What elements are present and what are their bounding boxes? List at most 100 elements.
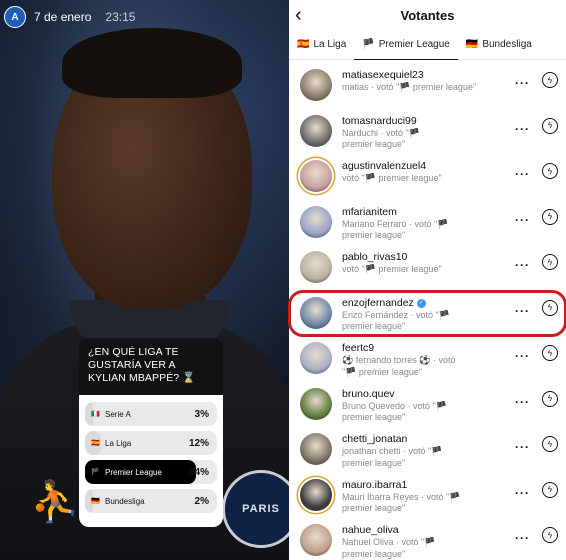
messenger-icon[interactable]: ϟ (542, 345, 558, 361)
poll-option-percent: 3% (194, 408, 209, 420)
voter-row[interactable]: mfarianitem Mariano Ferraro · votó "🏴 prem… (289, 200, 566, 246)
avatar[interactable] (300, 478, 332, 511)
poll-option[interactable]: 🇮🇹 Serie A 3% (85, 402, 217, 426)
avatar[interactable] (300, 205, 332, 238)
poll-options: 🇮🇹 Serie A 3% 🇪🇸 La Liga 12% 🏴 Premier League 84… (79, 395, 223, 527)
voter-username[interactable]: mfarianitem (342, 206, 397, 219)
more-options-icon[interactable]: ··· (515, 486, 530, 500)
flag-icon: 🇩🇪 (91, 498, 100, 505)
messenger-icon[interactable]: ϟ (542, 117, 558, 134)
voter-username[interactable]: matiasexequiel23 (342, 69, 424, 82)
voter-vote-text-cont: premier league" (342, 412, 406, 422)
voter-vote-text: jonathan chetti · votó "🏴 (342, 446, 443, 456)
avatar[interactable] (300, 69, 332, 101)
tab-bundesliga[interactable]: 🇩🇪 Bundesliga (458, 30, 540, 60)
more-options-icon[interactable]: ··· (515, 349, 530, 363)
more-options-icon[interactable]: ··· (515, 76, 530, 90)
flag-icon: 🇮🇹 (91, 411, 100, 418)
back-arrow-icon[interactable]: ‹ (295, 4, 302, 27)
verified-badge-icon: ✓ (416, 298, 426, 308)
voters-panel: ‹ Votantes 🇪🇸 La Liga 🏴 Premier League 🇩🇪 Bun… (288, 0, 566, 560)
avatar[interactable] (300, 342, 332, 374)
voter-info: nahue_oliva Nahuel Oliva · votó "🏴 premier… (342, 524, 502, 560)
voter-info: chetti_jonatan jonathan chetti · votó "🏴 p… (342, 433, 502, 469)
avatar[interactable] (300, 433, 332, 465)
more-options-icon[interactable]: ··· (515, 395, 530, 409)
voter-username[interactable]: agustinvalenzuel4 (342, 160, 426, 173)
more-options-icon[interactable]: ··· (515, 531, 530, 545)
voter-username[interactable]: pablo_rivas10 (342, 251, 407, 264)
messenger-icon[interactable]: ϟ (542, 390, 558, 407)
voter-row[interactable]: mauro.ibarra1 Mauri Ibarra Reyes · votó "… (289, 473, 566, 519)
avatar[interactable] (300, 160, 332, 192)
voter-vote-text-cont: premier league" (342, 503, 406, 513)
voter-info: pablo_rivas10 votó "🏴 premier league" (342, 251, 502, 276)
voter-username[interactable]: chetti_jonatan (342, 433, 407, 446)
voter-row[interactable]: agustinvalenzuel4 votó "🏴 premier league"… (289, 154, 566, 200)
more-options-icon[interactable]: ··· (515, 258, 530, 272)
voter-vote-text: votó "🏴 premier league" (342, 264, 442, 274)
tab-la-liga[interactable]: 🇪🇸 La Liga (289, 30, 354, 60)
voter-row[interactable]: chetti_jonatan jonathan chetti · votó "🏴 p… (289, 427, 566, 473)
flag-icon: 🏴 (362, 38, 375, 50)
panel-header: ‹ Votantes (289, 0, 566, 30)
voter-username[interactable]: enzojfernandez (342, 297, 414, 310)
tab-label: Bundesliga (482, 39, 532, 50)
tab-premier-league[interactable]: 🏴 Premier League (354, 30, 458, 60)
voter-info: matiasexequiel23 matias · votó "🏴 premier… (342, 69, 502, 94)
more-options-icon[interactable]: ··· (515, 122, 530, 136)
voter-row[interactable]: matiasexequiel23 matias · votó "🏴 premier… (289, 63, 566, 109)
more-options-icon[interactable]: ··· (515, 167, 530, 181)
poll-option[interactable]: 🇩🇪 Bundesliga 2% (85, 489, 217, 513)
avatar[interactable] (300, 524, 332, 556)
voter-vote-text: Mariano Ferraro · votó "🏴 (342, 218, 449, 229)
avatar[interactable] (300, 387, 332, 420)
poll-option-label: Premier League (105, 467, 162, 477)
poll-option[interactable]: 🏴 Premier League 84% (85, 460, 217, 484)
voter-row[interactable]: feertc9 ⚽ fernando torres ⚽ · votó "🏴 prem… (289, 336, 566, 382)
voter-vote-text-cont: premier league" (342, 230, 406, 240)
story-time: 23:15 (105, 10, 136, 24)
messenger-icon[interactable]: ϟ (542, 436, 558, 452)
league-tabs: 🇪🇸 La Liga 🏴 Premier League 🇩🇪 Bundesliga (289, 30, 566, 60)
avatar[interactable] (300, 114, 332, 147)
voter-username[interactable]: mauro.ibarra1 (342, 479, 407, 492)
more-options-icon[interactable]: ··· (515, 304, 530, 318)
messenger-icon[interactable]: ϟ (542, 527, 558, 543)
voter-row[interactable]: nahue_oliva Nahuel Oliva · votó "🏴 premier… (289, 518, 566, 560)
voter-info: enzojfernandez ✓ Enzo Fernández · votó "🏴 p… (342, 297, 502, 333)
voter-username[interactable]: tomasnarduci99 (342, 115, 417, 128)
flag-icon: 🇪🇸 (91, 440, 100, 447)
voter-username-row: feertc9 (342, 342, 502, 355)
voter-row[interactable]: pablo_rivas10 votó "🏴 premier league" ··· ϟ (289, 245, 566, 291)
story-avatar[interactable]: A (4, 6, 26, 28)
avatar[interactable] (300, 251, 332, 283)
voter-vote-text-cont: premier league" (342, 457, 406, 468)
jumpman-logo-icon: ⛹ (30, 480, 80, 524)
voter-vote-text-cont: premier league" (342, 548, 406, 559)
avatar[interactable] (300, 296, 332, 329)
more-options-icon[interactable]: ··· (515, 213, 530, 227)
voter-row[interactable]: enzojfernandez ✓ Enzo Fernández · votó "🏴 p… (288, 289, 566, 337)
voter-info: tomasnarduci99 Narduchi · votó "🏴 premier … (342, 115, 502, 151)
messenger-icon[interactable]: ϟ (542, 481, 558, 498)
messenger-icon[interactable]: ϟ (542, 254, 558, 270)
messenger-icon[interactable]: ϟ (542, 72, 558, 88)
messenger-icon[interactable]: ϟ (542, 163, 558, 179)
voter-info: mfarianitem Mariano Ferraro · votó "🏴 prem… (342, 206, 502, 242)
messenger-icon[interactable]: ϟ (542, 299, 558, 316)
voter-vote-text: Mauri Ibarra Reyes · votó "🏴 (342, 491, 461, 502)
voter-info: bruno.quev Bruno Quevedo · votó "🏴 premier… (342, 388, 502, 424)
poll-option[interactable]: 🇪🇸 La Liga 12% (85, 431, 217, 455)
poll-option-percent: 12% (188, 437, 209, 449)
messenger-icon[interactable]: ϟ (542, 208, 558, 225)
voter-row[interactable]: tomasnarduci99 Narduchi · votó "🏴 premier … (289, 109, 566, 155)
voter-username-row: agustinvalenzuel4 (342, 160, 502, 173)
voter-username[interactable]: bruno.quev (342, 388, 395, 401)
story-view: ⛹ PARIS A 7 de enero 23:15 ¿EN QUÉ LIGA … (0, 0, 289, 560)
voter-username-row: mauro.ibarra1 (342, 479, 502, 492)
voter-row[interactable]: bruno.quev Bruno Quevedo · votó "🏴 premier… (289, 382, 566, 428)
voter-username[interactable]: nahue_oliva (342, 524, 399, 537)
more-options-icon[interactable]: ··· (515, 440, 530, 454)
voter-username[interactable]: feertc9 (342, 342, 374, 355)
